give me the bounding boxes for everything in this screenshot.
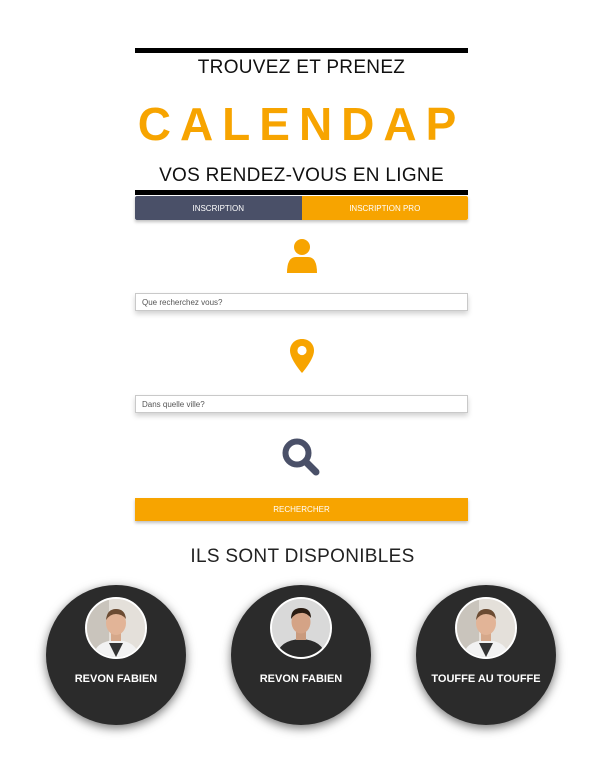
map-pin-icon [289, 339, 314, 373]
pro-name: TOUFFE AU TOUFFE [431, 673, 541, 685]
avatar [455, 597, 517, 659]
search-icon-wrap [135, 437, 468, 479]
page: TROUVEZ ET PRENEZ CALENDAP VOS RENDEZ-VO… [0, 0, 605, 766]
magnifier-icon [282, 438, 319, 476]
pro-card[interactable]: TOUFFE AU TOUFFE [416, 585, 556, 725]
brand-logo: CALENDAP [137, 98, 466, 150]
avatar [270, 597, 332, 659]
search-where-input[interactable] [135, 395, 468, 413]
top-rule [135, 48, 468, 53]
user-icon-wrap [135, 238, 468, 274]
pro-name: REVON FABIEN [259, 673, 343, 685]
tab-inscription[interactable]: INSCRIPTION [135, 196, 302, 220]
pro-card[interactable]: REVON FABIEN [46, 585, 186, 725]
avatar [85, 597, 147, 659]
search-button[interactable]: RECHERCHER [135, 498, 468, 521]
bottom-rule [135, 190, 468, 195]
tab-inscription-pro[interactable]: INSCRIPTION PRO [301, 196, 468, 220]
location-icon-wrap [135, 338, 468, 374]
pro-name: REVON FABIEN [74, 673, 158, 685]
pro-card[interactable]: REVON FABIEN [231, 585, 371, 725]
available-title: ILS SONT DISPONIBLES [190, 546, 415, 567]
tagline-top: TROUVEZ ET PRENEZ [197, 57, 406, 78]
tagline-bottom: VOS RENDEZ-VOUS EN LIGNE [159, 165, 444, 186]
user-icon [286, 239, 317, 273]
signup-tabs: INSCRIPTION INSCRIPTION PRO [135, 196, 468, 220]
pros-list: REVON FABIEN REVON FABIEN TOUFFE AU TOUF… [0, 585, 605, 727]
search-what-input[interactable] [135, 293, 468, 311]
